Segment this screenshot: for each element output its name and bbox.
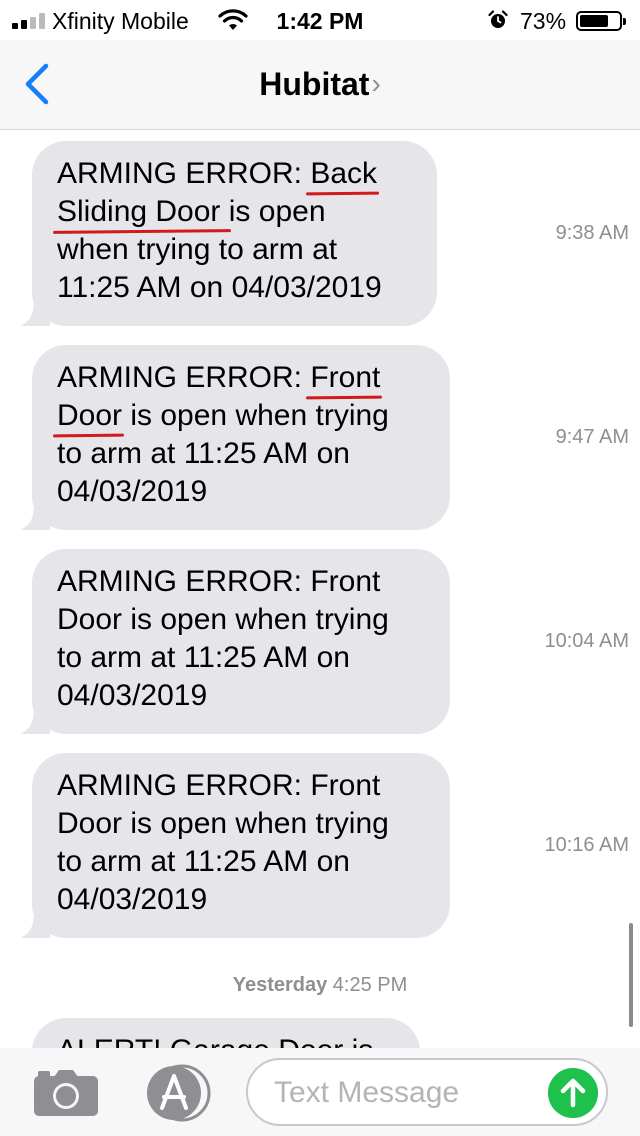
separator-time: 4:25 PM bbox=[332, 974, 408, 996]
message-text: ARMING ERROR: Back Sliding Door is open … bbox=[57, 157, 382, 304]
message-timestamp: 10:16 AM bbox=[544, 834, 629, 856]
annotation-underline: Door bbox=[57, 399, 123, 432]
message-text: ARMING ERROR: Front Door is open when tr… bbox=[57, 769, 389, 916]
message-thread[interactable]: ARMING ERROR: Back Sliding Door is open … bbox=[0, 131, 640, 1048]
annotation-underline: Back bbox=[310, 157, 378, 190]
message-input-container bbox=[246, 1058, 608, 1126]
message-timestamp: 9:47 AM bbox=[555, 426, 629, 448]
separator-day: Yesterday bbox=[232, 974, 328, 996]
message-bubble[interactable]: ARMING ERROR: Back Sliding Door is open … bbox=[20, 141, 437, 326]
battery-percentage: 73% bbox=[520, 8, 567, 34]
message-timestamp: 9:38 AM bbox=[555, 222, 629, 244]
message-bubble[interactable]: ARMING ERROR: Front Door is open when tr… bbox=[20, 549, 450, 734]
message-composer bbox=[0, 1048, 640, 1136]
send-button[interactable] bbox=[548, 1068, 598, 1118]
annotation-underline: Front bbox=[310, 361, 381, 394]
contact-title[interactable]: Hubitat› bbox=[0, 66, 640, 103]
bubble-tail bbox=[20, 912, 50, 938]
bubble-tail bbox=[20, 708, 50, 734]
app-store-icon[interactable] bbox=[140, 1064, 212, 1122]
bubble-tail bbox=[20, 300, 50, 326]
message-bubble[interactable]: ARMING ERROR: Front Door is open when tr… bbox=[20, 345, 450, 530]
date-separator: Yesterday 4:25 PM bbox=[0, 974, 640, 997]
message-bubble[interactable]: ALERT! Garage Door is bbox=[32, 1018, 420, 1048]
conversation-header: Hubitat› bbox=[0, 40, 640, 130]
bubble-tail bbox=[20, 504, 50, 530]
status-bar: Xfinity Mobile 1:42 PM 73% bbox=[0, 0, 640, 40]
message-bubble[interactable]: ARMING ERROR: Front Door is open when tr… bbox=[20, 753, 450, 938]
annotation-underline: Sliding Door bbox=[57, 195, 229, 228]
message-text: ALERT! Garage Door is bbox=[57, 1032, 396, 1048]
scrollbar[interactable] bbox=[629, 923, 633, 1027]
message-timestamp: 10:04 AM bbox=[544, 630, 629, 652]
message-input[interactable] bbox=[274, 1074, 534, 1112]
chevron-right-icon: › bbox=[371, 68, 381, 99]
camera-icon[interactable] bbox=[32, 1068, 100, 1118]
message-text: ARMING ERROR: Front Door is open when tr… bbox=[57, 361, 389, 508]
battery-icon bbox=[576, 11, 626, 31]
contact-name: Hubitat bbox=[259, 66, 370, 102]
message-text: ARMING ERROR: Front Door is open when tr… bbox=[57, 565, 389, 712]
alarm-clock-icon bbox=[488, 10, 508, 28]
